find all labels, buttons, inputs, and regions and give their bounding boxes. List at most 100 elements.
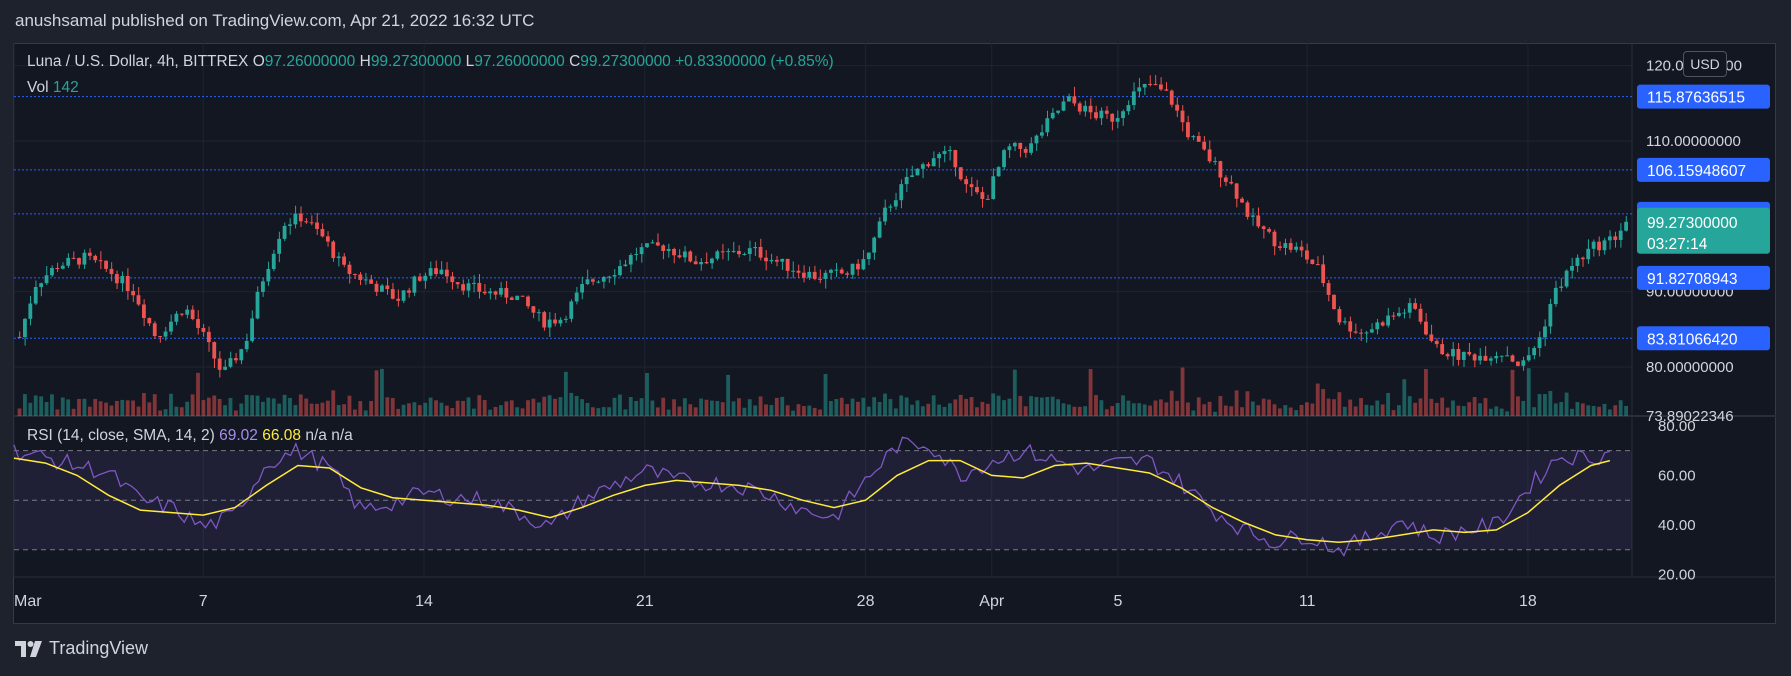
volume-bar [801, 406, 806, 416]
currency-button[interactable]: USD [1683, 51, 1727, 77]
open-value: 97.26000000 [264, 53, 356, 70]
volume-bar [1267, 399, 1271, 416]
volume-bar [520, 408, 525, 416]
tradingview-brand[interactable]: TradingView [15, 638, 148, 659]
volume-bar [1083, 406, 1088, 416]
candle-body [699, 261, 703, 265]
candle-body [801, 272, 806, 278]
level-tag-label: 106.15948607 [1647, 163, 1746, 180]
volume-bar [1077, 406, 1082, 416]
candle-body [569, 301, 574, 319]
candle-body [1537, 337, 1542, 348]
chart-canvas[interactable]: 120.00000000110.0000000090.0000000080.00… [0, 0, 1791, 676]
volume-bar [1002, 400, 1006, 416]
candle-body [991, 176, 996, 199]
candle-body [499, 288, 503, 295]
candle-body [444, 269, 449, 277]
volume-bar [423, 402, 428, 416]
candle-body [1288, 243, 1293, 250]
volume-bar [1342, 406, 1347, 416]
volume-bar [1099, 400, 1104, 416]
candle-body [185, 309, 190, 315]
candle-body [250, 318, 255, 341]
volume-bar [618, 394, 622, 416]
candle-body [282, 225, 287, 239]
volume-bar [726, 374, 731, 416]
volume-bar [1613, 405, 1618, 416]
volume-bar [948, 403, 952, 416]
candle-body [1553, 287, 1558, 305]
volume-bar [585, 402, 590, 416]
candle-body [948, 150, 952, 152]
candle-body [358, 274, 363, 280]
volume-bar [77, 398, 81, 416]
volume-bar [261, 401, 265, 416]
price-axis-label: 110.00000000 [1646, 133, 1741, 150]
candle-body [1153, 84, 1158, 86]
candle-body [439, 269, 444, 275]
candle-body [677, 255, 682, 258]
close-value: 99.27300000 [580, 53, 671, 70]
candle-body [693, 261, 698, 265]
volume-value: 142 [52, 79, 79, 96]
volume-bar [688, 404, 693, 416]
volume-bar [796, 404, 801, 416]
candle-body [1445, 354, 1450, 357]
candle-body [1483, 355, 1488, 361]
candle-body [1045, 118, 1050, 133]
volume-label[interactable]: Vol [27, 79, 49, 96]
candle-body [1180, 110, 1185, 123]
candle-body [179, 313, 184, 315]
candle-body [764, 257, 768, 262]
volume-bar [910, 404, 914, 416]
volume-bar [1310, 403, 1315, 416]
volume-bar [818, 409, 822, 416]
volume-bar [742, 407, 747, 416]
volume-bar [1104, 409, 1109, 416]
time-axis-label: 21 [636, 593, 654, 610]
candle-body [1326, 283, 1331, 295]
volume-bar [1067, 404, 1071, 416]
volume-bar [1240, 407, 1244, 416]
volume-bar [558, 397, 563, 416]
candle-body [1602, 240, 1607, 251]
candle-body [774, 259, 779, 262]
volume-bar [331, 390, 336, 416]
volume-bar [439, 402, 444, 416]
volume-bar [1131, 403, 1136, 416]
candle-body [850, 263, 855, 275]
price-axis-label: 80.00000000 [1646, 359, 1734, 376]
candle-body [861, 259, 866, 270]
candle-body [753, 246, 758, 249]
candle-body [152, 323, 157, 336]
volume-bar [569, 392, 574, 416]
candle-body [520, 295, 525, 297]
volume-bar [839, 397, 844, 416]
volume-bar [1088, 368, 1093, 416]
volume-bar [1234, 390, 1239, 416]
volume-bar [1532, 407, 1537, 416]
volume-bar [661, 397, 666, 416]
level-tag-label: 115.87636515 [1647, 90, 1745, 107]
volume-bar [282, 394, 287, 416]
candle-body [618, 266, 622, 276]
volume-bar [975, 407, 979, 416]
volume-bar [66, 399, 71, 416]
volume-bar [347, 395, 352, 416]
volume-bar [1413, 402, 1418, 416]
candle-body [758, 246, 763, 258]
symbol-name[interactable]: Luna / U.S. Dollar, 4h, BITTREX [27, 53, 248, 70]
volume-bar [1191, 410, 1196, 416]
volume-bar [87, 406, 92, 416]
candle-body [1548, 304, 1553, 327]
rsi-label[interactable]: RSI (14, close, SMA, 14, 2) [27, 427, 215, 444]
candle-body [136, 295, 141, 305]
volume-bar [1153, 400, 1158, 416]
candle-body [1261, 226, 1266, 229]
candle-body [791, 270, 795, 272]
volume-bar [715, 400, 720, 416]
volume-bar [1402, 379, 1407, 416]
candle-body [769, 259, 774, 262]
volume-bar [298, 394, 303, 416]
volume-bar [639, 398, 644, 416]
